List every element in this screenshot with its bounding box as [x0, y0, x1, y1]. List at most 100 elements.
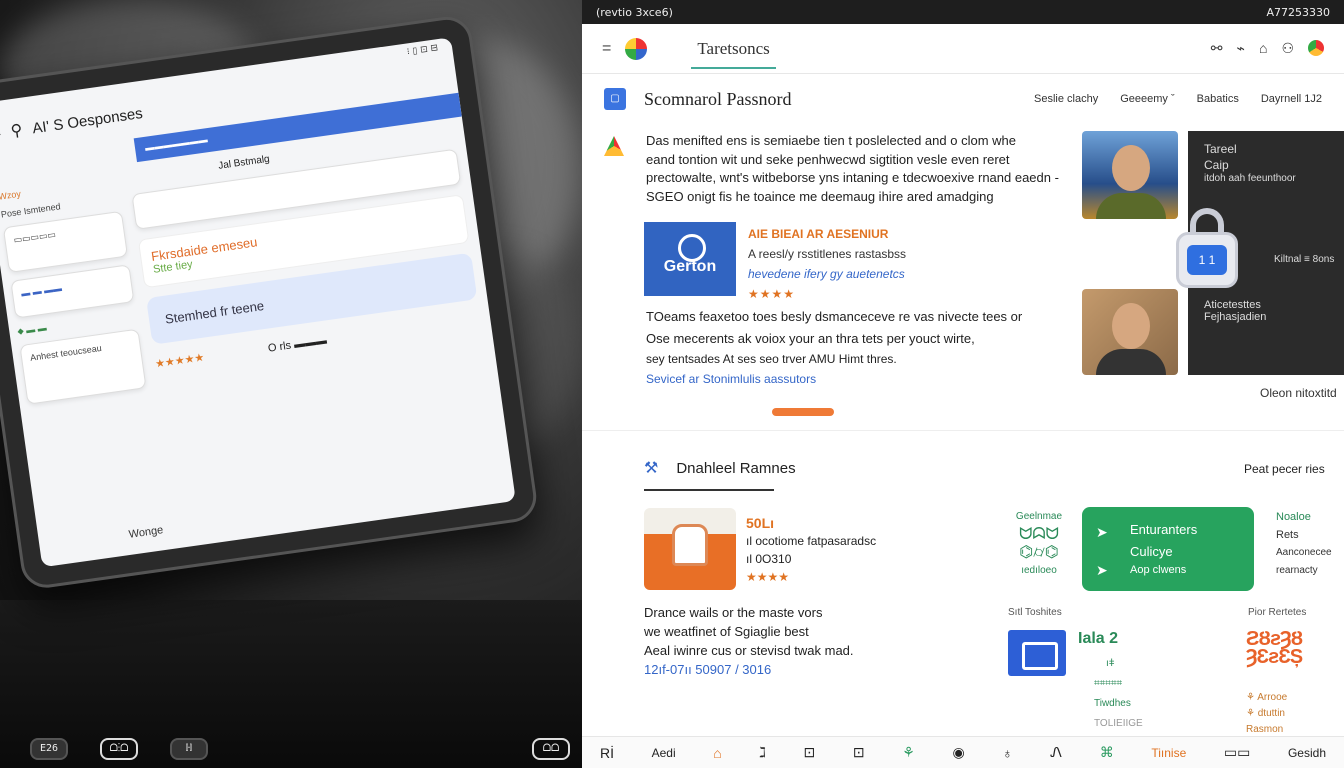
right-column-item[interactable]: Noaloe — [1276, 508, 1332, 526]
controller-icon[interactable]: ᗝ⁝ᗝ — [100, 738, 138, 760]
bottom-item[interactable]: ℷ — [759, 744, 766, 761]
orange-list-item[interactable]: ⚘ dtuttin — [1246, 706, 1287, 722]
image-icon[interactable]: ⊡ — [853, 744, 865, 761]
home-icon[interactable]: ⌂ — [713, 745, 721, 761]
shield-icon[interactable]: ℍ — [170, 738, 208, 760]
mini-item: ıǂ — [1106, 658, 1115, 669]
product-thumbnail[interactable] — [644, 508, 736, 590]
command-icon[interactable]: ⌘ — [1100, 744, 1114, 761]
photo-bottom-icons: E26 ᗝ⁝ᗝ ℍ ᗝᗝ — [30, 738, 570, 760]
app-title-tab[interactable]: Taretsoncs — [691, 39, 776, 69]
section-2-heading: Dnahleel Ramnes — [676, 459, 796, 477]
background-photo: ⁝ ▯ ⊡ ⊟ ≡ ⚲ AI' S Oesponses ▬▬▬▬▬▬▬ Wzoy… — [0, 0, 582, 768]
padlock-icon: 1 1 — [1176, 208, 1238, 290]
tablet-menu-icon[interactable]: ≡ — [0, 124, 2, 143]
person-face — [1112, 145, 1150, 191]
panel-bottom-line: Fejhasjadien — [1204, 311, 1267, 323]
signal-icon[interactable]: ⌁ — [1237, 40, 1245, 57]
triangle-logo-icon — [604, 136, 624, 156]
promo-block: AIE BIEAI AR AESENIUR A reesl/y rsstitle… — [748, 224, 906, 304]
brand-tile[interactable]: Gerton — [644, 222, 736, 296]
page-title-row: ▢ Scomnarol Passnord Seslie clachy Geeee… — [582, 74, 1344, 116]
bottom-item[interactable]: Aedi — [652, 746, 676, 760]
home-icon[interactable]: ⌂ — [1259, 40, 1267, 57]
blue-app-icon[interactable] — [1008, 630, 1066, 676]
tools-icon: ⚒ — [644, 460, 659, 477]
app-logo-icon[interactable] — [625, 37, 648, 60]
app-bar: = Taretsoncs ⚯ ⌁ ⌂ ⚇ — [582, 24, 1344, 74]
system-bar: (revtio 3xce6) A77253330 — [582, 0, 1344, 24]
page-square-icon: ▢ — [604, 88, 626, 110]
services-link[interactable]: Sevicef ar Stonimlulis aassutors — [646, 368, 1066, 390]
system-bar-left: (revtio 3xce6) — [596, 5, 673, 19]
flower-icon[interactable]: ⚘ — [902, 744, 915, 761]
product-price: 50Lı — [746, 515, 775, 531]
padlock-body: 1 1 — [1176, 232, 1238, 288]
star-rating-icon: ★★★★ — [748, 287, 796, 301]
person-photo-2[interactable] — [1082, 289, 1178, 375]
orange-logo-line: ȜƐƨƐȘ — [1246, 646, 1303, 668]
tablet-screen: ⁝ ▯ ⊡ ⊟ ≡ ⚲ AI' S Oesponses ▬▬▬▬▬▬▬ Wzoy… — [0, 37, 516, 568]
person-shoulders — [1096, 193, 1166, 219]
filter-item[interactable]: Babatics — [1197, 93, 1239, 105]
filter-item[interactable]: Dayrnell 1J2 — [1261, 93, 1322, 105]
previous-products-link[interactable]: Peat pecer ries — [1244, 462, 1325, 476]
right-column-item[interactable]: Aanconecee — [1276, 544, 1332, 562]
right-column-item[interactable]: rearnacty — [1276, 562, 1332, 580]
green-feature-card[interactable]: ➤ ➤ Enturanters Culicye Aop clwens — [1082, 507, 1254, 591]
bottom-item[interactable]: Tiınise — [1151, 746, 1186, 760]
tablet-small-card[interactable]: Anhest teoucseau — [19, 328, 147, 405]
section-2-underline — [644, 489, 774, 491]
menu-icon[interactable]: = — [602, 40, 611, 58]
promo-link[interactable]: hevedene ifery gy auetenetcs — [748, 264, 906, 284]
bottom-item[interactable]: Gesidh — [1288, 746, 1326, 760]
person-photo-1[interactable] — [1082, 131, 1178, 219]
panel-right-text: Kiltnal ≡ 8ons — [1274, 254, 1335, 265]
promo-heading: AIE BIEAI AR AESENIUR — [748, 227, 889, 241]
record-icon[interactable]: ◉ — [952, 744, 964, 761]
profile-icon[interactable] — [1308, 40, 1324, 56]
padlock-screen: 1 1 — [1187, 245, 1227, 275]
card-subtitle: Culicye — [1130, 544, 1173, 559]
right-column: Noaloe Rets Aanconecee rearnacty — [1276, 508, 1332, 580]
window-icon[interactable]: ⊡ — [804, 744, 816, 761]
filter-item[interactable]: Seslie clachy — [1034, 93, 1098, 105]
globe-icon[interactable]: ♁ — [1002, 745, 1013, 761]
green-logo: Geelnmae ᗢᗣᗢ ⌬⌭⌬ ıedıloeo — [1006, 508, 1072, 580]
toolbar: ⚯ ⌁ ⌂ ⚇ — [1211, 40, 1324, 57]
article-paragraph: Das menifted ens is semiaebe tien t posl… — [646, 132, 1076, 206]
carousel-indicator[interactable] — [772, 408, 834, 416]
person-shoulders — [1096, 349, 1166, 375]
badge-icon[interactable]: E26 — [30, 738, 68, 760]
star-rating-icon: ★★★★ — [746, 570, 790, 584]
panel-bottom-line: Aticetesttes — [1204, 299, 1261, 311]
bottom-toolbar: Rİ Aedi ⌂ ℷ ⊡ ⊡ ⚘ ◉ ♁ Ꮑ ⌘ Tiınise ▭▭ Ges… — [582, 736, 1344, 768]
person-face — [1112, 303, 1150, 349]
article-paragraph-2: TOeams feaxetoo toes besly dsmanceceve r… — [646, 306, 1066, 390]
right-column-item[interactable]: Rets — [1276, 526, 1332, 544]
mini-list: ıǂ ⌗⌗⌗⌗⌗ Tiwdhes TOLIEIIGE — [1078, 654, 1143, 734]
gamepad-icon[interactable]: ᗝᗝ — [532, 738, 570, 760]
mini-item: TOLIEIIGE — [1094, 718, 1143, 729]
tablet-side-card[interactable]: ▬ ▬ ▬▬ — [10, 264, 135, 319]
more-link[interactable]: Oleon nitoxtitd — [1260, 386, 1337, 400]
green-logo-line: ıedıloeo — [1021, 565, 1057, 576]
promo-description: A reesl/y rsstitlenes rastasbss — [748, 247, 907, 261]
paragraph-line: prectowalte, wnt's witbeborse yns intani… — [646, 170, 1059, 185]
share-icon[interactable]: ⚯ — [1211, 40, 1223, 57]
keyboard-icon[interactable]: ▭▭ — [1224, 744, 1250, 761]
account-icon[interactable]: ⚇ — [1281, 40, 1294, 57]
tablet-sidebar: Wzoy Pose Ismtened ▭▭▭▭▭ ▬ ▬ ▬▬ ⬥ ▬ ▬ An… — [0, 175, 147, 405]
paragraph-line: TOeams feaxetoo toes besly dsmanceceve r… — [646, 309, 1023, 324]
bottom-item[interactable]: Rİ — [600, 745, 614, 761]
bottom-item[interactable]: Ꮑ — [1050, 744, 1062, 761]
filter-item[interactable]: Geeeemy ˇ — [1120, 93, 1174, 105]
green-logo-line: ᗢᗣᗢ — [1019, 526, 1059, 543]
tablet-side-card[interactable]: ▭▭▭▭▭ — [2, 210, 129, 274]
orange-list-item[interactable]: ⚘ Arrooe — [1246, 690, 1287, 706]
tablet-search-icon[interactable]: ⚲ — [9, 120, 24, 141]
tablet-main: Jal Bstmalg Fkrsdaide emeseu Stte tiey S… — [129, 128, 482, 373]
stat-value: Iala 2 — [1078, 630, 1119, 647]
product-number: 12ıf-07ıı 50907 / 3016 — [644, 662, 772, 677]
mini-item: Tiwdhes — [1094, 698, 1131, 709]
